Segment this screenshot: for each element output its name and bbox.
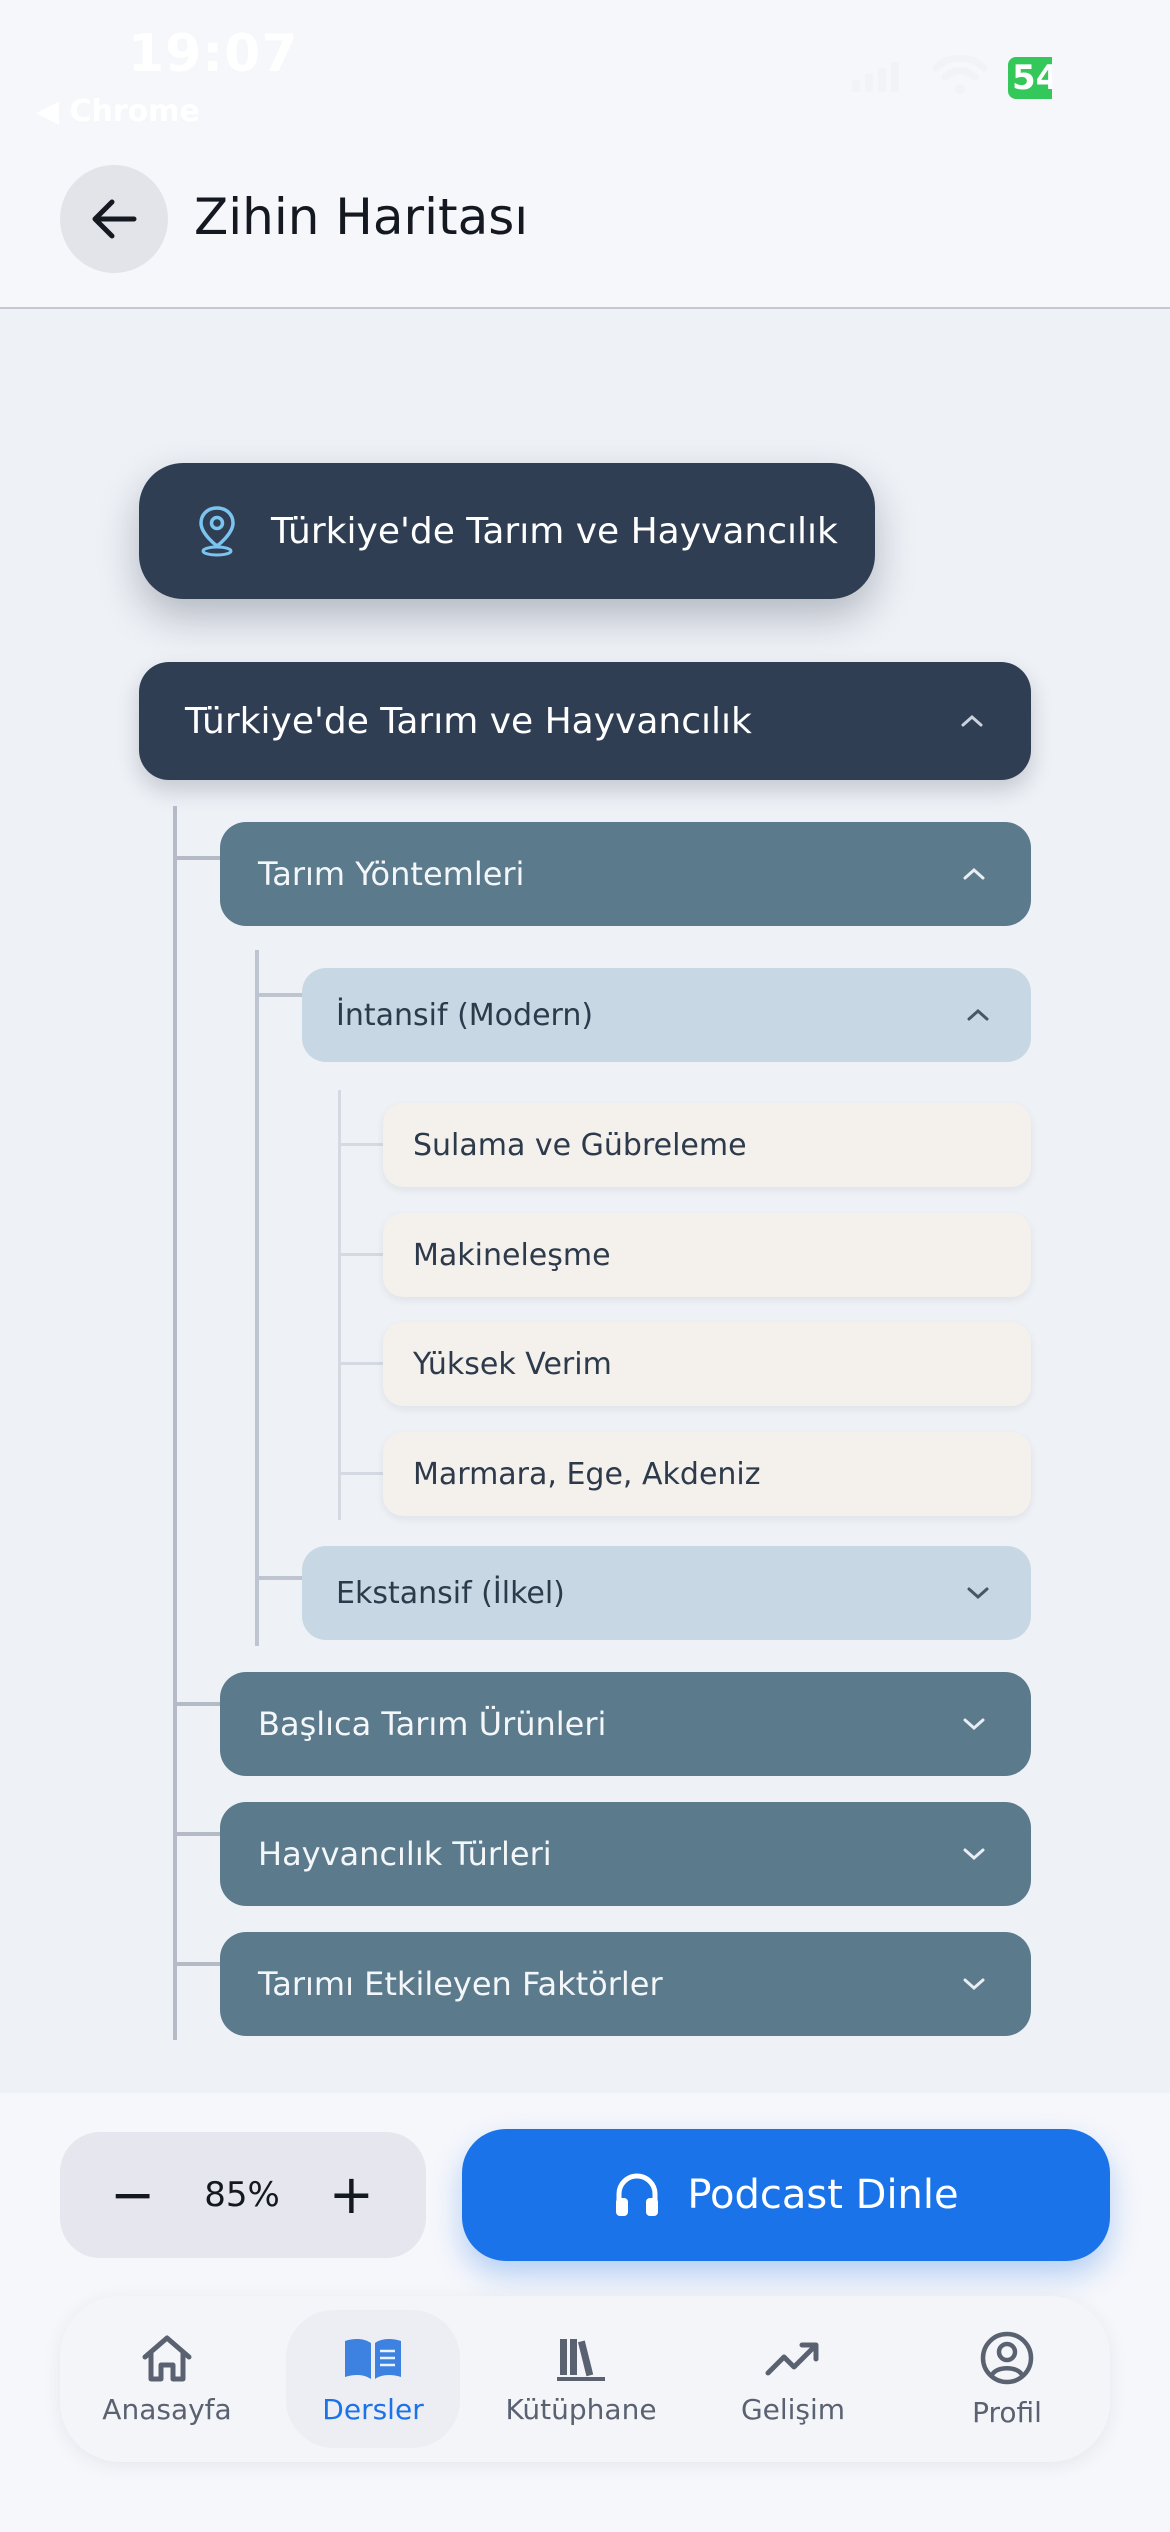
- node-tarim-yontemleri[interactable]: Tarım Yöntemleri: [220, 822, 1031, 926]
- chevron-up-icon: [967, 1008, 989, 1021]
- node-label: Başlıca Tarım Ürünleri: [258, 1705, 607, 1743]
- connector-line: [257, 1576, 303, 1580]
- podcast-button[interactable]: Podcast Dinle: [462, 2129, 1110, 2261]
- leaf-node[interactable]: Yüksek Verim: [383, 1322, 1031, 1406]
- chevron-down-icon: [963, 1848, 985, 1861]
- cellular-signal-icon: [852, 62, 899, 92]
- node-tarimi-etkileyen-faktorler[interactable]: Tarımı Etkileyen Faktörler: [220, 1932, 1031, 2036]
- top-bar: 19:07 ◀ Chrome 54 Zihin Haritası: [0, 0, 1170, 309]
- connector-line: [338, 1090, 341, 1520]
- zoom-out-button[interactable]: −: [110, 2168, 155, 2222]
- connector-line: [257, 993, 303, 997]
- battery-indicator: 54: [1008, 57, 1052, 99]
- connector-line: [175, 1702, 221, 1706]
- podcast-label: Podcast Dinle: [687, 2172, 959, 2218]
- user-circle-icon: [980, 2331, 1034, 2384]
- tab-label: Kütüphane: [505, 2392, 657, 2426]
- tab-label: Anasayfa: [102, 2392, 232, 2426]
- tab-label: Gelişim: [740, 2392, 846, 2426]
- leaf-node[interactable]: Makineleşme: [383, 1213, 1031, 1297]
- node-ekstansif[interactable]: Ekstansif (İlkel): [302, 1546, 1031, 1640]
- chevron-down-icon: [963, 1718, 985, 1731]
- zoom-level: 85%: [204, 2175, 280, 2215]
- zoom-in-button[interactable]: +: [329, 2168, 374, 2222]
- back-to-app-link[interactable]: ◀ Chrome: [36, 94, 200, 129]
- wifi-icon: [932, 54, 988, 94]
- tab-anasayfa[interactable]: Anasayfa: [78, 2296, 256, 2462]
- zoom-control: − 85% +: [60, 2132, 426, 2258]
- open-book-icon: [345, 2338, 401, 2379]
- mind-map-root-pill[interactable]: Türkiye'de Tarım ve Hayvancılık: [139, 463, 875, 599]
- chevron-down-icon: [963, 1978, 985, 1991]
- connector-line: [340, 1143, 384, 1146]
- node-label: Tarımı Etkileyen Faktörler: [258, 1965, 663, 2003]
- node-baslica-tarim-urunleri[interactable]: Başlıca Tarım Ürünleri: [220, 1672, 1031, 1776]
- books-icon: [557, 2338, 605, 2381]
- node-label: Sulama ve Gübreleme: [413, 1127, 747, 1163]
- chevron-up-icon: [963, 867, 985, 880]
- bottom-tab-bar: Anasayfa Dersler Kütüphane Gelişim Profi…: [60, 2296, 1110, 2462]
- headphones-icon: [616, 2173, 659, 2216]
- node-label: İntansif (Modern): [336, 997, 594, 1033]
- connector-line: [173, 806, 177, 2040]
- tab-profil[interactable]: Profil: [918, 2296, 1096, 2462]
- node-label: Tarım Yöntemleri: [258, 855, 525, 893]
- connector-line: [175, 1962, 221, 1966]
- root-pill-label: Türkiye'de Tarım ve Hayvancılık: [271, 510, 838, 552]
- node-label: Yüksek Verim: [413, 1346, 612, 1382]
- node-label: Hayvancılık Türleri: [258, 1835, 552, 1873]
- root-node-label: Türkiye'de Tarım ve Hayvancılık: [185, 700, 752, 742]
- root-node[interactable]: Türkiye'de Tarım ve Hayvancılık: [139, 662, 1031, 780]
- chevron-up-icon: [961, 714, 983, 727]
- status-time: 19:07: [128, 24, 299, 84]
- back-button[interactable]: [60, 165, 168, 273]
- connector-line: [255, 950, 259, 1646]
- node-intansif[interactable]: İntansif (Modern): [302, 968, 1031, 1062]
- node-label: Makineleşme: [413, 1237, 611, 1273]
- page-title: Zihin Haritası: [194, 188, 529, 246]
- tab-label: Profil: [972, 2395, 1042, 2429]
- map-pin-icon: [199, 506, 235, 557]
- leaf-node[interactable]: Marmara, Ege, Akdeniz: [383, 1432, 1031, 1516]
- connector-line: [340, 1362, 384, 1365]
- trending-up-icon: [765, 2342, 819, 2375]
- connector-line: [340, 1472, 384, 1475]
- node-label: Marmara, Ege, Akdeniz: [413, 1456, 761, 1492]
- node-hayvancilik-turleri[interactable]: Hayvancılık Türleri: [220, 1802, 1031, 1906]
- connector-line: [175, 1832, 221, 1836]
- home-icon: [142, 2335, 192, 2381]
- chevron-down-icon: [967, 1587, 989, 1600]
- connector-line: [340, 1253, 384, 1256]
- tab-dersler[interactable]: Dersler: [286, 2296, 460, 2462]
- tab-label: Dersler: [322, 2392, 424, 2426]
- connector-line: [175, 856, 221, 860]
- tab-kutuphane[interactable]: Kütüphane: [492, 2296, 670, 2462]
- node-label: Ekstansif (İlkel): [336, 1575, 565, 1611]
- arrow-left-icon: [92, 199, 137, 239]
- leaf-node[interactable]: Sulama ve Gübreleme: [383, 1103, 1031, 1187]
- tab-gelisim[interactable]: Gelişim: [704, 2296, 882, 2462]
